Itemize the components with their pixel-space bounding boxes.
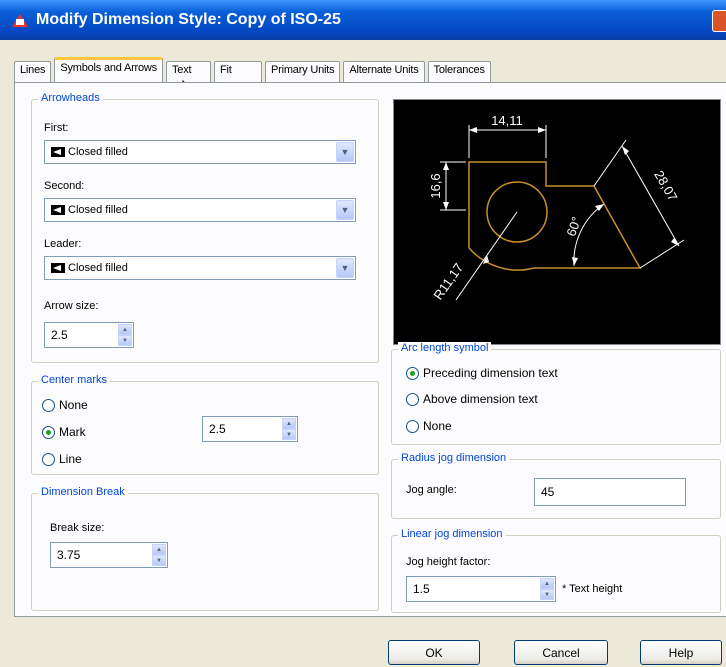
chevron-up-icon[interactable]: ▲ — [540, 578, 554, 589]
arc-none-radio[interactable]: None — [406, 419, 452, 433]
part-outline — [468, 161, 642, 271]
radius-jog-group: Radius jog dimension Jog angle: 45 — [391, 452, 721, 519]
arrow-size-value: 2.5 — [51, 328, 68, 342]
chevron-down-icon[interactable]: ▼ — [152, 555, 166, 566]
radio-circle-selected[interactable] — [406, 366, 419, 380]
radius-jog-legend: Radius jog dimension — [398, 452, 510, 464]
dim-radius-text: R11,17 — [430, 260, 466, 302]
chevron-up-icon[interactable]: ▲ — [118, 324, 132, 335]
linear-jog-legend: Linear jog dimension — [398, 528, 506, 540]
break-size-label: Break size: — [50, 522, 105, 534]
jog-angle-value: 45 — [541, 485, 555, 499]
help-button[interactable]: Help — [640, 640, 722, 665]
tab-panel: Arrowheads First: Closed filled ▼ Second… — [14, 82, 726, 617]
center-mark-mark-radio[interactable]: Mark — [42, 425, 86, 439]
dim-left-text: 16,6 — [428, 173, 443, 198]
chevron-up-icon[interactable]: ▲ — [282, 418, 296, 429]
tab-lines[interactable]: Lines — [14, 61, 52, 82]
arc-length-symbol-group: Arc length symbol Preceding dimension te… — [391, 342, 721, 445]
chevron-down-icon[interactable]: ▼ — [540, 589, 554, 600]
tab-strip: Lines Symbols and Arrows Text Fit Primar… — [14, 57, 494, 82]
break-size-value: 3.75 — [57, 548, 81, 562]
chevron-down-icon[interactable]: ▼ — [336, 258, 354, 278]
center-marks-group: Center marks None Mark Line 2.5 ▲ ▼ — [31, 374, 379, 475]
arc-above-label: Above dimension text — [423, 392, 538, 406]
arc-none-label: None — [423, 419, 452, 433]
tab-fit[interactable]: Fit — [213, 61, 262, 82]
first-label: First: — [44, 122, 69, 134]
arc-preceding-radio[interactable]: Preceding dimension text — [406, 366, 558, 380]
radio-circle-selected[interactable] — [42, 425, 55, 439]
radio-circle[interactable] — [42, 398, 55, 412]
first-arrowhead-select[interactable]: Closed filled ▼ — [44, 140, 356, 164]
radio-circle[interactable] — [406, 392, 419, 406]
center-mark-mark-label: Mark — [59, 425, 86, 439]
chevron-down-icon[interactable]: ▼ — [118, 335, 132, 346]
jog-height-factor-label: Jog height factor: — [406, 556, 491, 568]
arc-length-symbol-legend: Arc length symbol — [398, 342, 492, 354]
tab-symbols-and-arrows[interactable]: Symbols and Arrows — [54, 57, 163, 82]
ok-button[interactable]: OK — [388, 640, 480, 665]
tab-tolerances[interactable]: Tolerances — [427, 61, 491, 82]
text-height-suffix: * Text height — [562, 583, 623, 595]
jog-height-factor-value: 1.5 — [413, 582, 430, 596]
dimension-break-legend: Dimension Break — [38, 486, 128, 498]
second-arrowhead-select[interactable]: Closed filled ▼ — [44, 198, 356, 222]
chevron-up-icon[interactable]: ▲ — [152, 544, 166, 555]
center-mark-line-label: Line — [59, 452, 82, 466]
radio-circle[interactable] — [406, 419, 419, 433]
arrowheads-group: Arrowheads First: Closed filled ▼ Second… — [31, 92, 379, 363]
stepper-arrows[interactable]: ▲ ▼ — [540, 578, 554, 600]
stepper-arrows[interactable]: ▲ ▼ — [282, 418, 296, 440]
chevron-down-icon[interactable]: ▼ — [336, 142, 354, 162]
center-mark-none-label: None — [59, 398, 88, 412]
autocad-icon — [12, 12, 28, 28]
leader-arrowhead-select[interactable]: Closed filled ▼ — [44, 256, 356, 280]
center-mark-none-radio[interactable]: None — [42, 398, 88, 412]
second-label: Second: — [44, 180, 85, 192]
dimension-preview: 14,11 16,6 28,07 60° R11,17 — [393, 99, 721, 345]
dim-right-text: 28,07 — [651, 168, 680, 204]
arrowheads-legend: Arrowheads — [38, 92, 103, 104]
dimension-break-group: Dimension Break Break size: 3.75 ▲ ▼ — [31, 486, 379, 611]
tab-primary-units[interactable]: Primary Units — [264, 61, 341, 82]
cancel-button[interactable]: Cancel — [514, 640, 608, 665]
chevron-down-icon[interactable]: ▼ — [282, 429, 296, 440]
tab-text[interactable]: Text — [165, 61, 211, 82]
arrow-size-label: Arrow size: — [44, 300, 99, 312]
stepper-arrows[interactable]: ▲ ▼ — [118, 324, 132, 346]
leader-arrowhead-value: Closed filled — [68, 262, 128, 274]
arrow-size-stepper[interactable]: 2.5 ▲ ▼ — [44, 322, 134, 348]
center-mark-size-stepper[interactable]: 2.5 ▲ ▼ — [202, 416, 298, 442]
second-arrowhead-value: Closed filled — [68, 204, 128, 216]
stepper-arrows[interactable]: ▲ ▼ — [152, 544, 166, 566]
dim-top-text: 14,11 — [491, 113, 523, 128]
chevron-down-icon[interactable]: ▼ — [336, 200, 354, 220]
jog-angle-label: Jog angle: — [406, 484, 457, 496]
center-marks-legend: Center marks — [38, 374, 111, 386]
center-mark-size-value: 2.5 — [209, 422, 226, 436]
preview-drawing: 14,11 16,6 28,07 60° R11,17 — [428, 113, 685, 303]
arc-above-radio[interactable]: Above dimension text — [406, 392, 538, 406]
window-title: Modify Dimension Style: Copy of ISO-25 — [36, 11, 341, 28]
radio-circle[interactable] — [42, 452, 55, 466]
break-size-stepper[interactable]: 3.75 ▲ ▼ — [50, 542, 168, 568]
title-bar: Modify Dimension Style: Copy of ISO-25 — [0, 0, 726, 40]
close-icon[interactable] — [712, 10, 726, 32]
arc-preceding-label: Preceding dimension text — [423, 366, 558, 380]
linear-jog-group: Linear jog dimension Jog height factor: … — [391, 528, 721, 613]
arrowhead-swatch-icon — [51, 147, 65, 157]
first-arrowhead-value: Closed filled — [68, 146, 128, 158]
leader-label: Leader: — [44, 238, 82, 250]
arrowhead-swatch-icon — [51, 205, 65, 215]
jog-height-factor-stepper[interactable]: 1.5 ▲ ▼ — [406, 576, 556, 602]
center-mark-line-radio[interactable]: Line — [42, 452, 82, 466]
dim-angle-text: 60° — [563, 215, 584, 239]
jog-angle-input[interactable]: 45 — [534, 478, 686, 506]
arrowhead-swatch-icon — [51, 263, 65, 273]
tab-alternate-units[interactable]: Alternate Units — [343, 61, 425, 82]
